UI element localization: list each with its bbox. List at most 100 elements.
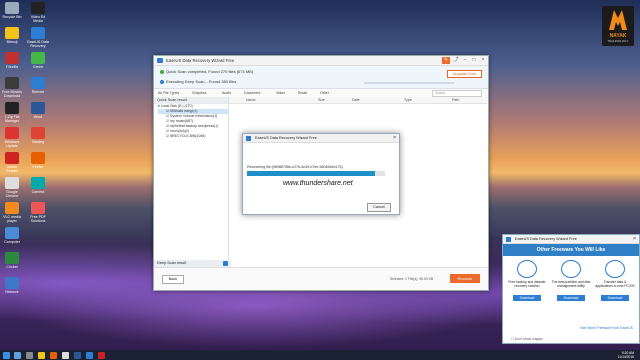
transfer-icon (605, 260, 625, 278)
desktop-icon-label: Cricket (6, 265, 18, 269)
search-input[interactable]: Search (432, 90, 482, 97)
desktop-icon-label: Adobe Reader (6, 165, 18, 173)
system-clock: 9:20 AM 11/14/2016 (618, 351, 634, 359)
refresh-icon[interactable] (223, 261, 228, 266)
chrome-icon[interactable] (62, 351, 69, 359)
ad-card: Transfer data & applications to new PC/O… (595, 260, 635, 301)
upgrade-now-button[interactable]: Upgrade Now (446, 70, 482, 78)
app-icon (5, 152, 19, 164)
dont-show-checkbox[interactable]: ☐ Don't show it again (511, 337, 543, 341)
app-icon (5, 27, 19, 39)
word-icon[interactable] (74, 351, 81, 359)
app-icon (31, 27, 45, 39)
easeus-taskbar-icon[interactable] (86, 351, 93, 359)
desktop-icon-label: Google Chrome (5, 190, 19, 198)
file-explorer-icon[interactable] (38, 351, 45, 359)
minimize-button[interactable]: – (461, 57, 469, 64)
filter-video[interactable]: Video (276, 91, 285, 95)
download-button[interactable]: Download (513, 295, 541, 301)
desktop-icon-label: Video Ed Media (30, 15, 46, 23)
ad-card-text: The best partition and disk management u… (551, 280, 591, 288)
col-name[interactable]: Name (246, 98, 256, 102)
desktop-icon-label: Free Movies Download (2, 90, 22, 98)
app-icon (5, 227, 19, 239)
filter-document[interactable]: Document (244, 91, 260, 95)
logo-mark-icon (609, 10, 627, 30)
tree-item-label: wpSetbat backup wordpress(1) (170, 124, 219, 128)
file-list-header: Name Size Date Type Path (229, 97, 487, 104)
dont-show-label: Don't show it again (514, 337, 543, 341)
desktop-icon[interactable]: Free Movies Download (1, 77, 23, 98)
desktop-icon[interactable]: Adobe Reader (1, 152, 23, 173)
back-button[interactable]: Back (162, 275, 184, 284)
desktop-icon-label: Computer (4, 240, 20, 244)
ad-title: EaseUS Data Recovery Wizard Free (515, 237, 577, 241)
desktop-icon[interactable]: 7-Zip File Manager (1, 102, 23, 123)
desktop-icon[interactable]: Remote (27, 77, 49, 94)
desktop-icon[interactable]: Gaming (27, 127, 49, 144)
filter-audio[interactable]: Audio (222, 91, 231, 95)
see-more-link[interactable]: See More Freeware from EaseUS (580, 326, 633, 330)
close-button[interactable]: × (479, 57, 487, 64)
app-icon (5, 127, 19, 139)
desktop-icon[interactable]: Filezilla (1, 52, 23, 69)
desktop-icon-label: Bitmoji (6, 40, 18, 44)
filter-all-types[interactable]: All File Types (158, 91, 179, 95)
deep-scan-result-header[interactable]: Deep Scan result (154, 260, 231, 267)
start-button[interactable] (3, 351, 10, 359)
folder-tree: ▾ Local Disk (E:) (270) ☑ MSBuild Integr(… (154, 104, 228, 139)
window-title: EaseUS Data Recovery Wizard Free (166, 58, 235, 63)
filter-graphics[interactable]: Graphics (192, 91, 206, 95)
desktop-icon[interactable]: Windows Update (1, 127, 23, 148)
desktop-icon-label: Firefox (32, 165, 44, 169)
col-path[interactable]: Path (452, 98, 459, 102)
backup-icon (517, 260, 537, 278)
desktop-icon[interactable]: Recycle Bin (1, 2, 23, 19)
desktop-icon[interactable]: Green (27, 52, 49, 69)
desktop-icon-label: Green (33, 65, 43, 69)
cancel-button[interactable]: Cancel (367, 203, 391, 212)
maximize-button[interactable]: □ (470, 57, 478, 64)
filter-email[interactable]: Email (298, 91, 307, 95)
desktop-icon[interactable]: Google Chrome (1, 177, 23, 198)
ad-close-icon[interactable]: × (633, 235, 636, 243)
media-icon[interactable] (98, 351, 105, 359)
desktop-icon-label: Camera (31, 190, 45, 194)
app-icon (5, 252, 19, 264)
col-type[interactable]: Type (404, 98, 412, 102)
desktop-icon[interactable]: Video Ed Media (27, 2, 49, 23)
app-icon (5, 52, 19, 64)
dialog-close-icon[interactable]: × (393, 134, 396, 142)
col-size[interactable]: Size (318, 98, 325, 102)
tree-item[interactable]: ☑ $RECYCLE.BIN(1046) (158, 134, 228, 139)
tree-item-label: MSBuild Integr(1) (170, 109, 198, 113)
desktop-icon[interactable]: EaseUS Data Recovery (27, 27, 49, 48)
col-date[interactable]: Date (352, 98, 360, 102)
desktop-icon[interactable]: Computer (1, 227, 23, 244)
desktop-icon[interactable]: Camera (27, 177, 49, 194)
watermark-text: www.thundershare.net (283, 180, 353, 187)
quick-scan-result-header[interactable]: Quick Scan result (154, 97, 228, 104)
tools-icon[interactable]: ✎ (442, 57, 450, 64)
recovery-progress-bar (247, 171, 385, 176)
download-button[interactable]: Download (557, 295, 585, 301)
share-icon[interactable]: ⤴ (452, 57, 460, 64)
desktop-icon[interactable]: Free PDF Solutions (27, 202, 49, 223)
desktop-icon[interactable]: VLC media player (1, 202, 23, 223)
filter-other[interactable]: Other (320, 91, 329, 95)
desktop-icon[interactable]: Word (27, 102, 49, 119)
task-view-icon[interactable] (26, 351, 33, 359)
desktop-icon-label: Free PDF Solutions (30, 215, 46, 223)
recover-button[interactable]: Recover (450, 274, 480, 283)
tree-item-label: Local Disk (E:) (270) (160, 104, 193, 108)
desktop-icon[interactable]: Firefox (27, 152, 49, 169)
window-titlebar: EaseUS Data Recovery Wizard Free ✎ ⤴ – □… (154, 56, 488, 66)
search-icon[interactable] (14, 351, 21, 359)
firefox-icon[interactable] (50, 351, 57, 359)
download-button[interactable]: Download (601, 295, 629, 301)
desktop-icon[interactable]: Bitmoji (1, 27, 23, 44)
desktop-icon[interactable]: Network (1, 277, 23, 294)
app-icon (31, 152, 45, 164)
desktop-icon[interactable]: Cricket (1, 252, 23, 269)
ad-card-text: Free backup and disaster recovery soluti… (508, 280, 546, 288)
